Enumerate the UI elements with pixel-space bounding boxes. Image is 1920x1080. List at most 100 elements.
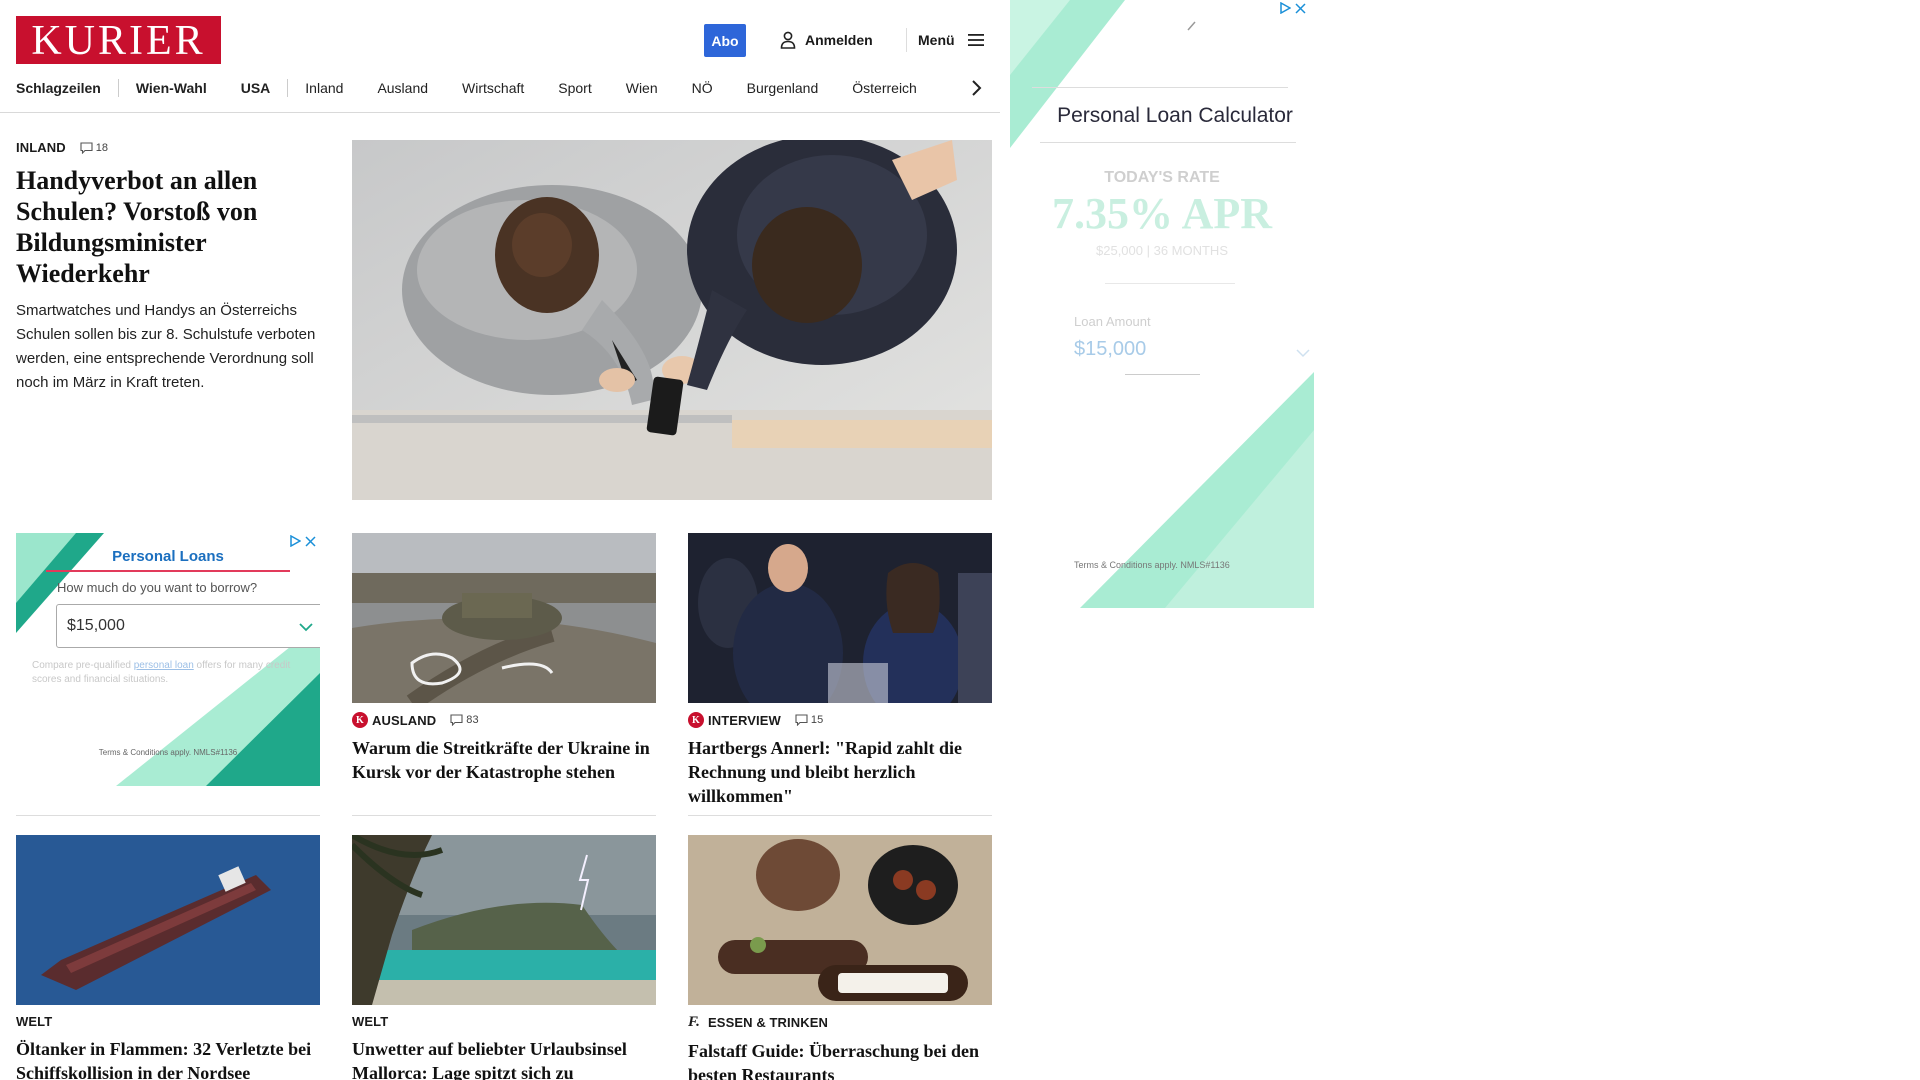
kicker-label: INTERVIEW	[708, 712, 781, 728]
rate-value: 7.35% APR	[1052, 189, 1272, 238]
ad-disclaimer: Compare pre-qualified personal loan offe…	[32, 659, 302, 687]
ad-amount-select[interactable]: $15,000	[56, 604, 320, 648]
ad-rule-low	[1105, 283, 1235, 284]
nav-item-wien-wahl[interactable]: Wien-Wahl	[119, 80, 224, 96]
site-header: KURIER Abo Anmelden Menü Schlagzeilen Wi…	[0, 0, 1000, 113]
ad-choices[interactable]	[1280, 2, 1306, 14]
comment-count[interactable]: 15	[795, 714, 823, 726]
article-headline[interactable]: Falstaff Guide: Überraschung bei den bes…	[688, 1039, 992, 1080]
comment-icon	[795, 714, 808, 726]
ad-close-icon[interactable]	[1295, 2, 1306, 14]
article-kicker: f. ESSEN & TRINKEN	[688, 1014, 992, 1031]
article-card[interactable]: f. ESSEN & TRINKEN Falstaff Guide: Überr…	[688, 835, 992, 1080]
kicker-label: INLAND	[16, 140, 66, 155]
chevron-right-icon[interactable]	[966, 77, 986, 99]
ad-disclaimer-text: Compare pre-qualified	[32, 660, 134, 671]
ad-disclaimer-link[interactable]: personal loan	[134, 660, 194, 671]
ad-rule-amount	[1125, 374, 1200, 375]
lead-headline[interactable]: Handyverbot an allen Schulen? Vorstoß vo…	[16, 165, 322, 289]
ad-title: Personal Loans	[112, 548, 224, 565]
ad-loan-calculator[interactable]: Personal Loan Calculator TODAY'S RATE 7.…	[1010, 0, 1314, 608]
ad-rule-top	[1032, 87, 1288, 88]
article-kicker: K INTERVIEW 15	[688, 712, 992, 728]
lead-teaser: Smartwatches und Handys an Österreichs S…	[16, 302, 316, 391]
menu-button[interactable]: Menü	[918, 28, 985, 52]
header-divider	[906, 28, 907, 52]
menu-label: Menü	[918, 32, 955, 48]
loan-amount-label: Loan Amount	[1074, 314, 1151, 329]
nav-item-oesterreich[interactable]: Österreich	[835, 80, 934, 96]
comment-icon	[450, 714, 463, 726]
row-divider	[16, 815, 320, 816]
ad-rule-mid	[1040, 142, 1296, 143]
comment-count-value: 18	[95, 141, 109, 154]
article-headline[interactable]: Hartbergs Annerl: "Rapid zahlt die Rechn…	[688, 736, 992, 808]
nav-item-burgenland[interactable]: Burgenland	[730, 80, 836, 96]
article-card[interactable]: WELT Unwetter auf beliebter Urlaubsinsel…	[352, 835, 656, 1080]
comment-icon	[80, 141, 93, 154]
nav-item-wien[interactable]: Wien	[609, 80, 675, 96]
row-divider	[688, 815, 992, 816]
abo-button[interactable]: Abo	[704, 24, 746, 57]
nav-item-ausland[interactable]: Ausland	[360, 80, 445, 96]
ad-title: Personal Loan Calculator	[1057, 104, 1293, 127]
adchoices-play-icon	[1280, 2, 1291, 14]
kurier-logo[interactable]: KURIER	[16, 16, 221, 64]
ad-choices[interactable]	[290, 535, 316, 547]
ad-terms[interactable]: Terms & Conditions apply. NMLS#1136	[16, 748, 320, 757]
ad-close-icon[interactable]	[305, 535, 316, 547]
article-kicker: WELT	[16, 1014, 320, 1029]
nav-item-noe[interactable]: NÖ	[675, 80, 730, 96]
article-headline[interactable]: Warum die Streitkräfte der Ukraine in Ku…	[352, 736, 656, 784]
login-label: Anmelden	[805, 32, 873, 48]
kurier-plus-icon: K	[352, 712, 368, 728]
comment-count-value: 83	[466, 714, 479, 726]
login-button[interactable]: Anmelden	[780, 28, 873, 52]
lead-image[interactable]	[352, 140, 992, 500]
article-image-restaurant[interactable]	[688, 835, 992, 1005]
article-kicker: WELT	[352, 1014, 656, 1029]
article-image-mallorca[interactable]	[352, 835, 656, 1005]
nav-item-inland[interactable]: Inland	[288, 80, 360, 96]
comment-count[interactable]: 18	[80, 142, 108, 154]
comment-count[interactable]: 83	[450, 714, 479, 726]
chevron-down-icon	[1296, 349, 1310, 358]
falstaff-icon: f.	[688, 1014, 701, 1030]
nav-item-usa[interactable]: USA	[224, 80, 288, 96]
loan-amount-value: $15,000	[1074, 338, 1147, 360]
lead-article[interactable]: INLAND 18 Handyverbot an allen Schulen? …	[16, 140, 322, 395]
ad-background-shapes	[1010, 0, 1314, 608]
ad-terms[interactable]: Terms & Conditions apply. NMLS#1136	[1074, 560, 1230, 570]
ad-amount-value: $15,000	[67, 617, 125, 634]
ad-question: How much do you want to borrow?	[57, 580, 258, 595]
kicker-label: AUSLAND	[372, 712, 437, 728]
article-card[interactable]: K INTERVIEW 15 Hartbergs Annerl: "Rapid …	[688, 533, 992, 808]
article-card[interactable]: K AUSLAND 83 Warum die Streitkräfte der …	[352, 533, 656, 784]
kicker-label: ESSEN & TRINKEN	[708, 1015, 828, 1030]
hamburger-icon	[967, 34, 984, 46]
chevron-down-icon	[299, 623, 313, 632]
article-headline[interactable]: Unwetter auf beliebter Urlaubsinsel Mall…	[352, 1037, 656, 1080]
article-card[interactable]: WELT Öltanker in Flammen: 32 Verletzte b…	[16, 835, 320, 1080]
kurier-plus-icon: K	[688, 712, 704, 728]
nav-item-sport[interactable]: Sport	[541, 80, 608, 96]
article-image-interview[interactable]	[688, 533, 992, 703]
ad-personal-loans[interactable]: Personal Loans How much do you want to b…	[16, 533, 320, 786]
article-kicker: K AUSLAND 83	[352, 712, 656, 728]
rate-label: TODAY'S RATE	[1104, 169, 1220, 186]
kicker-label: WELT	[16, 1014, 53, 1029]
rate-detail: $25,000 | 36 MONTHS	[1096, 243, 1228, 258]
article-headline[interactable]: Öltanker in Flammen: 32 Verletzte bei Sc…	[16, 1037, 320, 1080]
nav-item-schlagzeilen[interactable]: Schlagzeilen	[16, 80, 118, 96]
article-image-tank[interactable]	[352, 533, 656, 703]
ad-title-underline	[46, 570, 290, 572]
article-kicker: INLAND 18	[16, 140, 322, 155]
loan-amount-select[interactable]: $15,000	[1074, 338, 1314, 368]
article-image-tanker[interactable]	[16, 835, 320, 1005]
kicker-label: WELT	[352, 1014, 389, 1029]
adchoices-play-icon	[290, 535, 301, 547]
nav-item-wirtschaft[interactable]: Wirtschaft	[445, 80, 541, 96]
row-divider	[352, 815, 656, 816]
user-icon	[780, 31, 796, 49]
section-nav: Schlagzeilen Wien-Wahl USA Inland Auslan…	[16, 78, 934, 98]
